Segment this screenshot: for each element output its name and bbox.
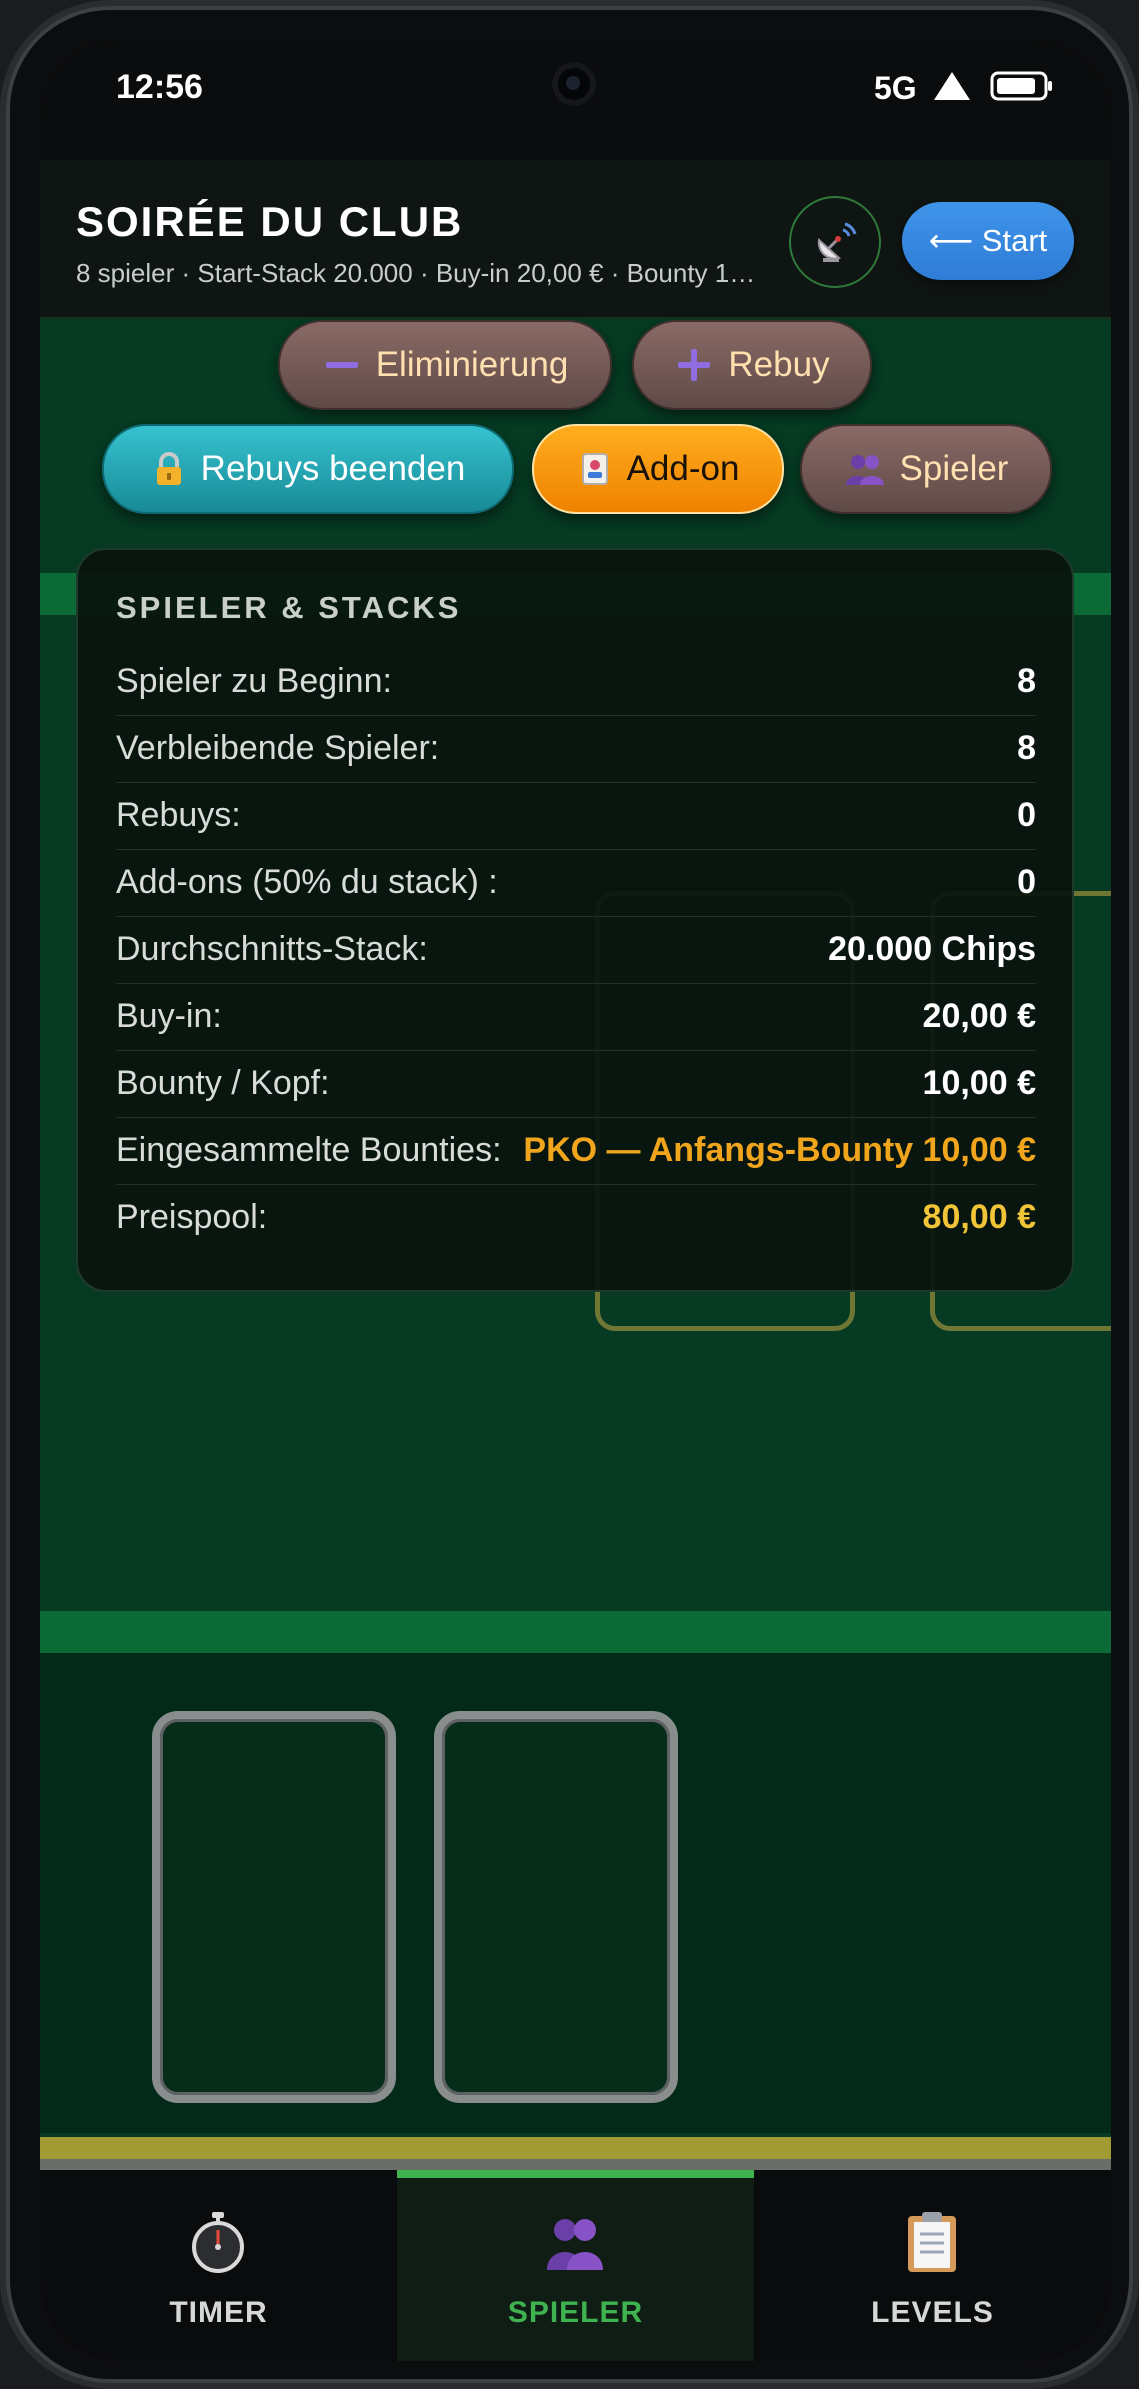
stat-row-average-stack: Durchschnitts-Stack: 20.000 Chips	[116, 916, 1036, 984]
stat-row-addons: Add-ons (50% du stack) : 0	[116, 849, 1036, 917]
stat-row-buy-in: Buy-in: 20,00 €	[116, 983, 1036, 1051]
clipboard-icon	[908, 2212, 956, 2272]
stat-value: 80,00 €	[922, 1198, 1036, 1236]
table-edge-stripe	[40, 2137, 1111, 2159]
end-rebuys-label: Rebuys beenden	[200, 449, 466, 488]
players-stacks-card: SPIELER & STACKS Spieler zu Beginn: 8 Ve…	[76, 548, 1074, 1292]
stat-row-remaining-players: Verbleibende Spieler: 8	[116, 715, 1036, 783]
addon-label: Add-on	[626, 449, 740, 488]
tab-timer[interactable]: TIMER	[40, 2170, 397, 2361]
stat-row-starting-players: Spieler zu Beginn: 8	[116, 648, 1036, 716]
elimination-button[interactable]: Eliminierung	[278, 320, 612, 410]
card-slot	[152, 1711, 396, 2103]
card-heading: SPIELER & STACKS	[116, 590, 462, 625]
tournament-summary: 8 spieler · Start-Stack 20.000 · Buy-in …	[76, 258, 766, 288]
players-icon	[845, 455, 884, 485]
stat-value: 0	[1017, 863, 1036, 901]
stat-row-prize-pool: Preispool: 80,00 €	[116, 1184, 1036, 1251]
stat-label: Buy-in:	[116, 997, 222, 1035]
front-camera	[552, 62, 596, 106]
players-button[interactable]: Spieler	[800, 424, 1052, 514]
stat-label: Spieler zu Beginn:	[116, 662, 392, 700]
stat-value: PKO — Anfangs-Bounty 10,00 €	[523, 1131, 1036, 1169]
status-bar: 12:56 5G	[40, 40, 1111, 160]
screen: 12:56 5G SOIRÉE DU CLUB 8 spieler · Star…	[40, 40, 1111, 2361]
satellite-dish-icon	[817, 222, 857, 262]
battery-icon	[990, 71, 1052, 101]
stat-label: Bounty / Kopf:	[116, 1064, 330, 1102]
elimination-label: Eliminierung	[375, 345, 569, 384]
start-button[interactable]: ⟵ Start	[902, 202, 1074, 280]
status-time: 12:56	[116, 68, 203, 106]
stat-row-rebuys: Rebuys: 0	[116, 782, 1036, 850]
stat-value: 20.000 Chips	[828, 930, 1036, 968]
stat-label: Durchschnitts-Stack:	[116, 930, 428, 968]
cast-button[interactable]	[789, 196, 881, 288]
stat-value: 20,00 €	[922, 997, 1036, 1035]
phone-bezel: 12:56 5G SOIRÉE DU CLUB 8 spieler · Star…	[6, 6, 1133, 2383]
stat-row-bounty-per-head: Bounty / Kopf: 10,00 €	[116, 1050, 1036, 1118]
stat-value: 0	[1017, 796, 1036, 834]
players-icon	[547, 2219, 603, 2270]
phone-frame: 12:56 5G SOIRÉE DU CLUB 8 spieler · Star…	[0, 0, 1139, 2389]
signal-icon	[934, 72, 970, 100]
table-rail-band	[40, 1611, 1111, 1653]
stat-value: 10,00 €	[922, 1064, 1036, 1102]
rebuy-label: Rebuy	[728, 345, 830, 384]
joker-card-icon	[581, 453, 608, 485]
tab-label: LEVELS	[871, 2296, 994, 2329]
page-title: SOIRÉE DU CLUB	[76, 198, 464, 245]
bottom-nav: TIMER SPIELER LEVELS	[40, 2170, 1111, 2361]
stat-row-collected-bounties: Eingesammelte Bounties: PKO — Anfangs-Bo…	[116, 1117, 1036, 1185]
plus-icon	[678, 349, 711, 381]
players-label: Spieler	[899, 449, 1009, 488]
stat-value: 8	[1017, 662, 1036, 700]
camera-lens	[566, 76, 580, 90]
lock-icon	[156, 452, 181, 485]
stat-label: Preispool:	[116, 1198, 268, 1236]
stopwatch-icon	[192, 2212, 244, 2273]
minus-icon	[325, 362, 358, 368]
stat-value: 8	[1017, 729, 1036, 767]
tab-players[interactable]: SPIELER	[397, 2170, 754, 2361]
stat-label: Rebuys:	[116, 796, 241, 834]
active-tab-indicator	[397, 2170, 754, 2178]
end-rebuys-button[interactable]: Rebuys beenden	[102, 424, 514, 514]
stat-label: Verbleibende Spieler:	[116, 729, 440, 767]
tab-label: TIMER	[169, 2296, 268, 2329]
app-header: SOIRÉE DU CLUB 8 spieler · Start-Stack 2…	[40, 160, 1111, 319]
card-slot	[434, 1711, 678, 2103]
network-type: 5G	[874, 70, 917, 106]
stat-label: Eingesammelte Bounties:	[116, 1131, 502, 1169]
rebuy-button[interactable]: Rebuy	[632, 320, 872, 410]
addon-button[interactable]: Add-on	[532, 424, 784, 514]
stat-label: Add-ons (50% du stack) :	[116, 863, 498, 901]
tab-label: SPIELER	[507, 2296, 644, 2329]
tab-levels[interactable]: LEVELS	[754, 2170, 1111, 2361]
